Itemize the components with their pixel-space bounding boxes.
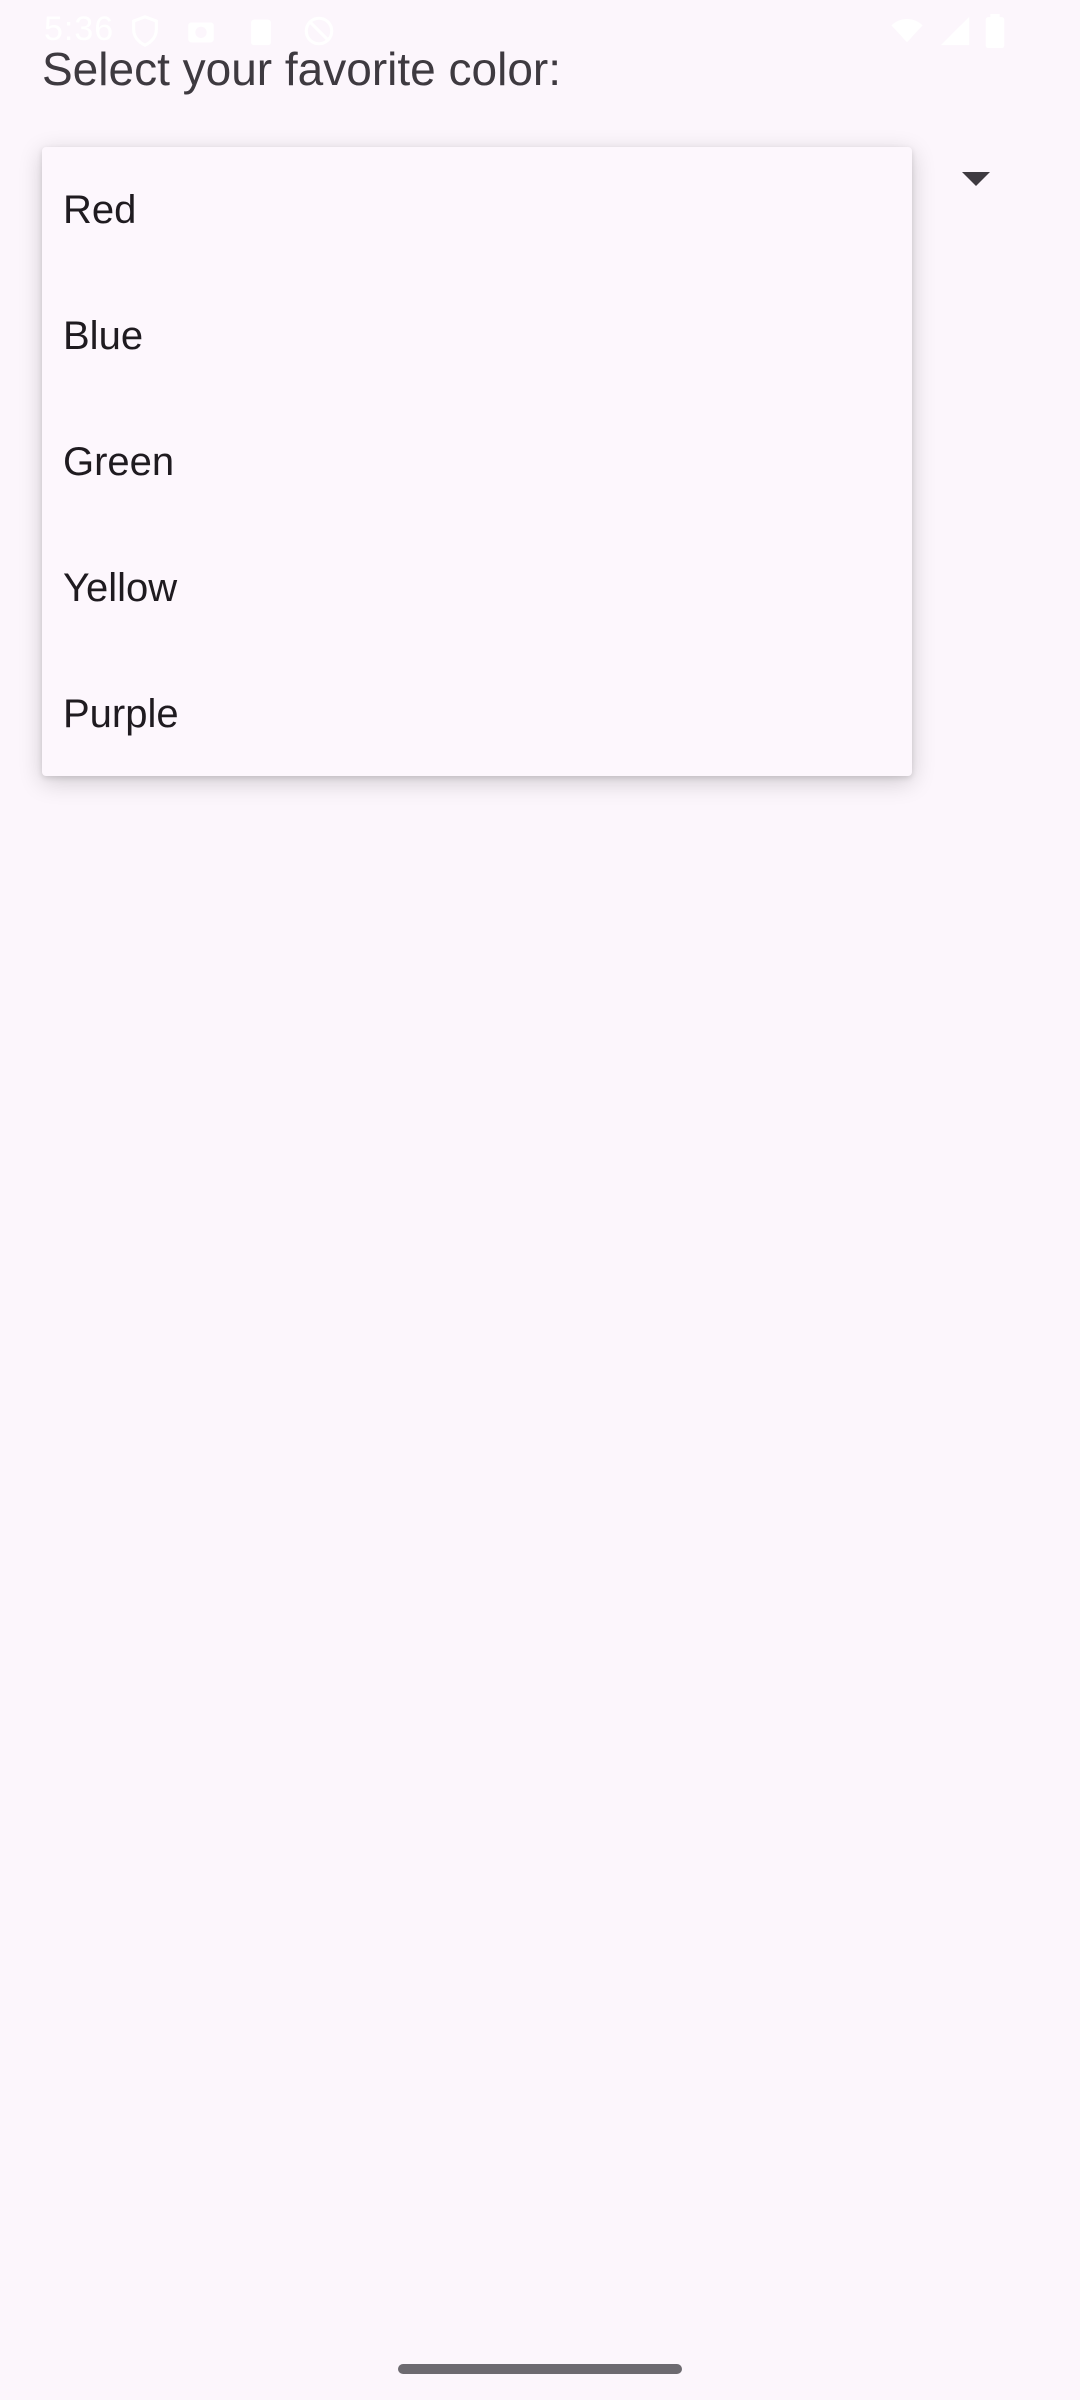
dropdown-option-green[interactable]: Green: [42, 399, 912, 525]
home-indicator[interactable]: [398, 2364, 682, 2374]
dropdown-arrow-icon[interactable]: [962, 172, 990, 186]
signal-icon: [938, 14, 972, 53]
dropdown-option-yellow[interactable]: Yellow: [42, 525, 912, 651]
color-dropdown-menu: Red Blue Green Yellow Purple: [42, 147, 912, 776]
page-prompt: Select your favorite color:: [42, 43, 562, 95]
dropdown-option-purple[interactable]: Purple: [42, 651, 912, 777]
wifi-icon: [888, 14, 926, 53]
battery-icon: [984, 14, 1006, 53]
dropdown-option-red[interactable]: Red: [42, 147, 912, 273]
dropdown-option-blue[interactable]: Blue: [42, 273, 912, 399]
